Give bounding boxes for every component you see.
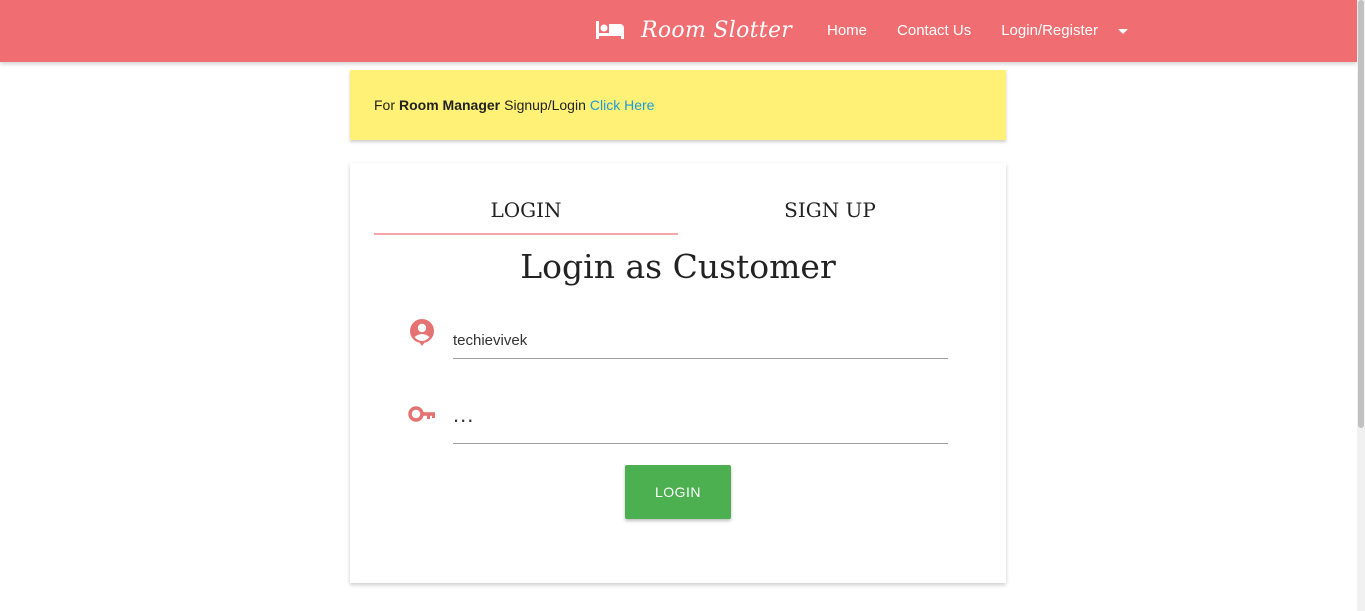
notice-prefix: For [374, 97, 395, 113]
room-manager-notice: For Room Manager Signup/Login Click Here [350, 70, 1006, 140]
brand-name[interactable]: Room Slotter [641, 18, 792, 43]
nav-home-link[interactable]: Home [812, 0, 882, 62]
top-navbar: Room Slotter Home Contact Us Login/Regis… [0, 0, 1357, 62]
username-field[interactable] [453, 322, 948, 359]
password-field[interactable]: ... [453, 397, 948, 444]
auth-card: LOGIN SIGN UP Login as Customer ... LOGI… [350, 163, 1006, 583]
dropdown-caret-icon[interactable] [1117, 28, 1128, 34]
nav-login-register-link[interactable]: Login/Register [986, 0, 1113, 62]
bed-icon [596, 21, 624, 39]
nav-links: Home Contact Us Login/Register [812, 0, 1128, 62]
active-tab-indicator [374, 233, 678, 235]
login-button[interactable]: LOGIN [625, 465, 731, 519]
notice-middle: Signup/Login [504, 97, 586, 113]
tab-login[interactable]: LOGIN [374, 185, 678, 235]
room-manager-link[interactable]: Click Here [590, 97, 655, 113]
notice-emphasis: Room Manager [399, 97, 501, 113]
account-circle-icon [410, 319, 434, 346]
scrollbar-thumb[interactable] [1358, 0, 1364, 428]
key-icon [408, 406, 435, 422]
page-scrollbar[interactable] [1357, 0, 1365, 611]
brand-logo[interactable]: Room Slotter [595, 14, 792, 46]
auth-tabs: LOGIN SIGN UP [374, 185, 982, 235]
form-title: Login as Customer [520, 247, 836, 286]
nav-contact-link[interactable]: Contact Us [882, 0, 986, 62]
tab-signup[interactable]: SIGN UP [678, 185, 982, 235]
